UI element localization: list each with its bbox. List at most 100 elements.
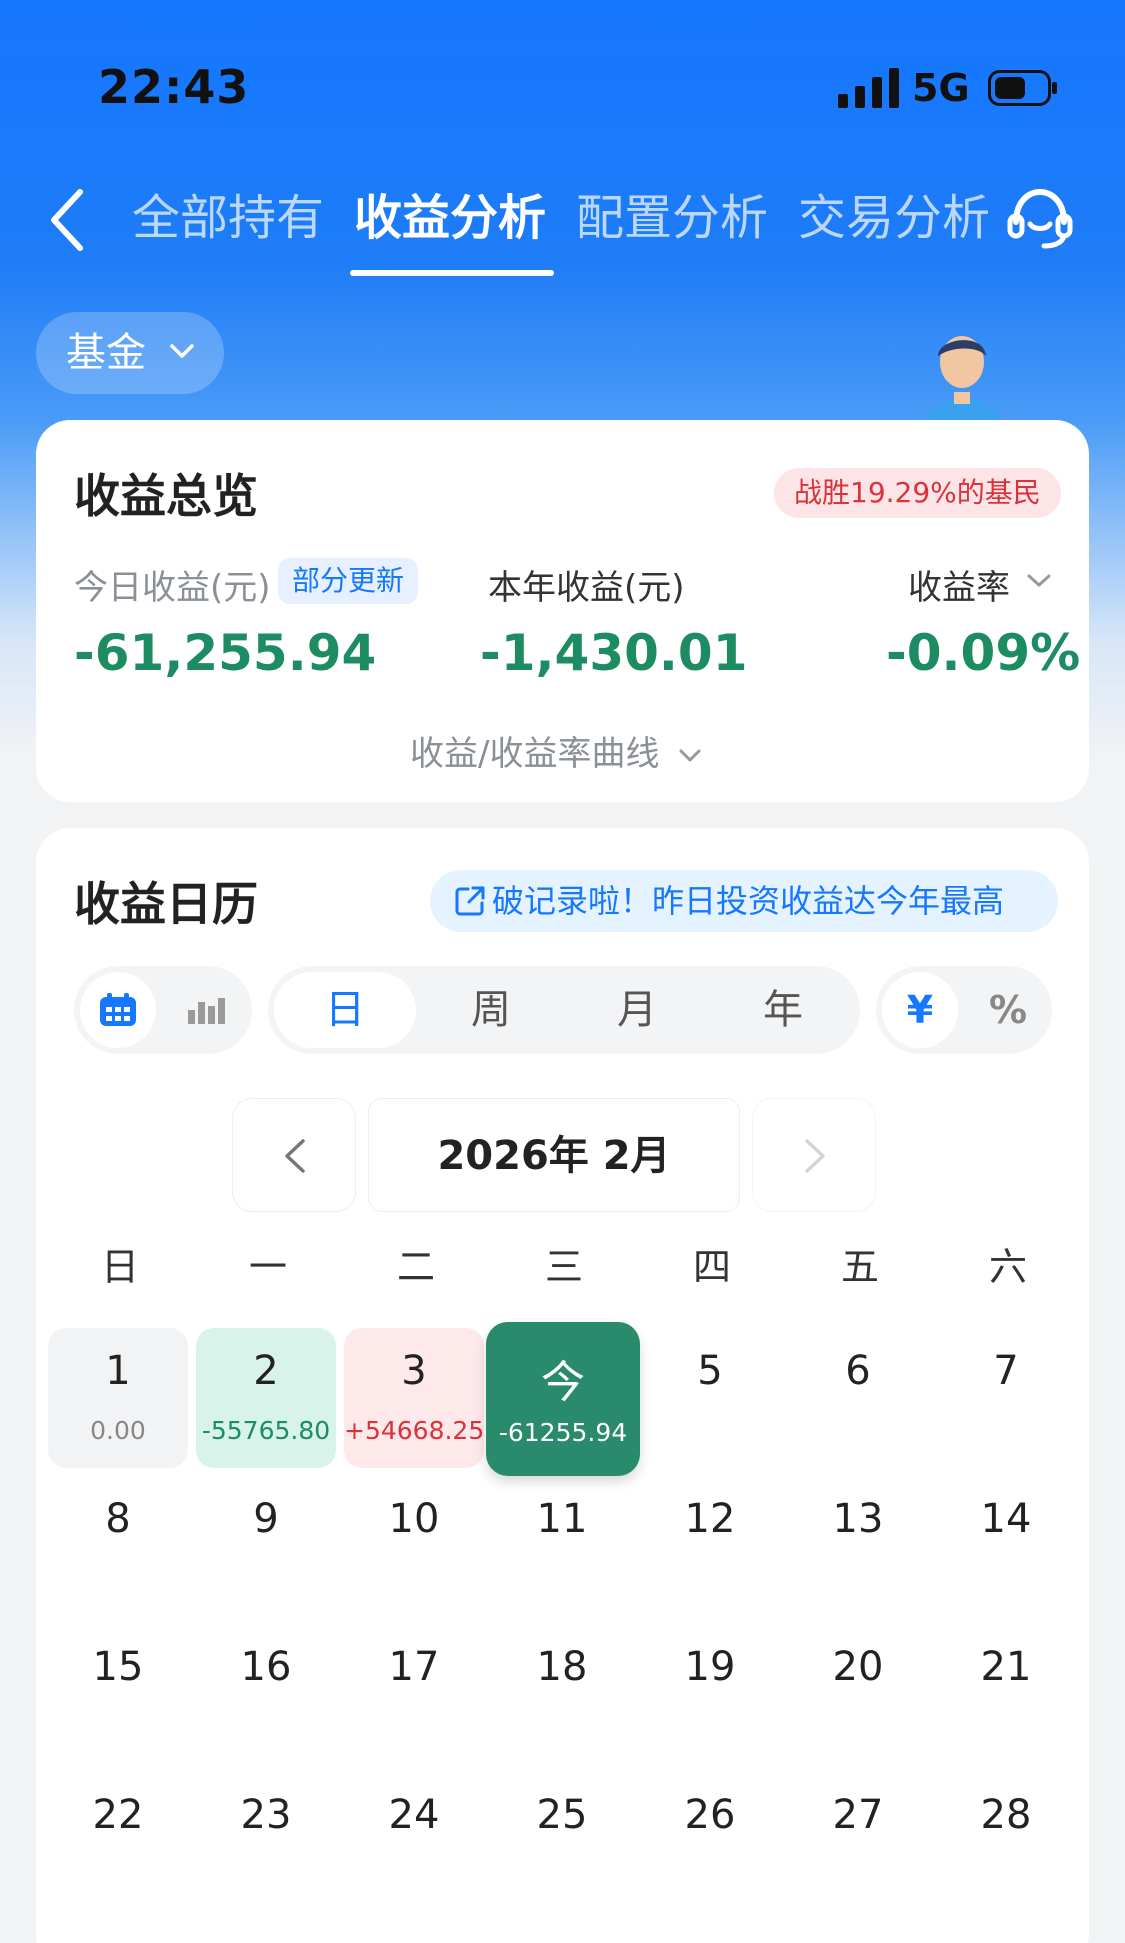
calendar-day[interactable]: 7	[936, 1328, 1076, 1468]
day-number: 2	[253, 1348, 279, 1394]
day-number: 3	[401, 1348, 427, 1394]
day-number: 23	[240, 1792, 292, 1838]
calendar-day[interactable]: 25	[492, 1772, 632, 1912]
calendar-day[interactable]: 28	[936, 1772, 1076, 1912]
chevron-down-icon	[679, 749, 701, 761]
fund-type-select[interactable]: 基金	[36, 312, 224, 394]
day-number: 12	[684, 1496, 736, 1542]
chevron-down-icon	[170, 344, 194, 358]
day-earnings: 0.00	[90, 1416, 146, 1445]
next-month-button[interactable]	[752, 1098, 876, 1212]
weekday-header: 日 一 二 三 四 五 六	[36, 1236, 1089, 1289]
record-banner-text: 破记录啦！昨日投资收益达今年最高	[492, 882, 1005, 920]
prev-month-button[interactable]	[232, 1098, 356, 1212]
earnings-overview-card: 收益总览 战胜19.29%的基民 今日收益(元) 部分更新 -61,255.94…	[36, 420, 1089, 802]
period-week-button[interactable]: 周	[420, 972, 562, 1048]
day-number: 26	[684, 1792, 736, 1838]
day-number: 14	[980, 1496, 1032, 1542]
signal-icon	[838, 68, 899, 108]
day-earnings: -55765.80	[201, 1416, 331, 1445]
network-type: 5G	[912, 66, 970, 110]
calendar-day[interactable]: 19	[640, 1624, 780, 1764]
calendar-day[interactable]: 2 -55765.80	[196, 1328, 336, 1468]
calendar-day[interactable]: 11	[492, 1476, 632, 1616]
period-day-button[interactable]: 日	[274, 972, 416, 1048]
weekday-label: 一	[248, 1245, 287, 1289]
customer-service-icon[interactable]	[1006, 186, 1074, 250]
calendar-day[interactable]: 12	[640, 1476, 780, 1616]
weekday-label: 六	[988, 1245, 1027, 1289]
calendar-day[interactable]: 18	[492, 1624, 632, 1764]
day-number: 21	[980, 1644, 1032, 1690]
tab-earnings-analysis[interactable]: 收益分析	[350, 188, 555, 276]
chart-view-button[interactable]	[168, 972, 244, 1048]
calendar-day[interactable]: 13	[788, 1476, 928, 1616]
year-earnings-label: 本年收益(元)	[488, 568, 685, 608]
calendar-day[interactable]: 15	[48, 1624, 188, 1764]
calendar-icon	[100, 993, 136, 1026]
day-number: 11	[536, 1496, 588, 1542]
day-number: 17	[388, 1644, 440, 1690]
calendar-day[interactable]: 16	[196, 1624, 336, 1764]
calendar-view-button[interactable]	[80, 972, 156, 1048]
calendar-day[interactable]: 27	[788, 1772, 928, 1912]
external-link-icon	[455, 886, 485, 916]
calendar-day[interactable]: 1 0.00	[48, 1328, 188, 1468]
day-number: 9	[253, 1496, 279, 1542]
tab-trade-analysis[interactable]: 交易分析	[798, 188, 990, 258]
weekday-label: 三	[544, 1245, 583, 1289]
beat-ranking-badge: 战胜19.29%的基民	[774, 468, 1061, 518]
calendar-day[interactable]: 17	[344, 1624, 484, 1764]
day-number: 7	[993, 1348, 1019, 1394]
day-number: 16	[240, 1644, 292, 1690]
record-banner[interactable]: 破记录啦！昨日投资收益达今年最高	[430, 870, 1058, 932]
calendar-day[interactable]: 22	[48, 1772, 188, 1912]
calendar-day[interactable]: 10	[344, 1476, 484, 1616]
return-rate-label[interactable]: 收益率	[908, 560, 1010, 609]
calendar-day[interactable]: 23	[196, 1772, 336, 1912]
day-number: 19	[684, 1644, 736, 1690]
day-number: 13	[832, 1496, 884, 1542]
battery-icon	[988, 70, 1057, 106]
day-earnings: -61255.94	[498, 1418, 628, 1447]
calendar-day[interactable]: 6	[788, 1328, 928, 1468]
day-number: 24	[388, 1792, 440, 1838]
period-toggle: 日 周 月 年	[268, 966, 860, 1054]
calendar-day[interactable]: 9	[196, 1476, 336, 1616]
calendar-day[interactable]: 21	[936, 1624, 1076, 1764]
back-icon[interactable]	[44, 184, 92, 256]
weekday-label: 五	[840, 1245, 879, 1289]
calendar-day[interactable]: 24	[344, 1772, 484, 1912]
year-earnings-value: -1,430.01	[480, 624, 748, 682]
calendar-day-today[interactable]: 今 -61255.94	[486, 1322, 640, 1476]
bar-chart-icon	[188, 998, 225, 1024]
calendar-day[interactable]: 8	[48, 1476, 188, 1616]
day-number: 6	[845, 1348, 871, 1394]
chevron-left-icon	[285, 1139, 305, 1173]
day-number: 8	[105, 1496, 131, 1542]
tab-allocation-analysis[interactable]: 配置分析	[576, 188, 768, 258]
earnings-curve-toggle[interactable]: 收益/收益率曲线	[410, 726, 702, 775]
fund-type-label: 基金	[66, 330, 146, 376]
tab-all-holdings[interactable]: 全部持有	[132, 188, 324, 258]
tab-bar: 全部持有 收益分析 配置分析 交易分析	[132, 188, 1020, 276]
calendar-day[interactable]: 20	[788, 1624, 928, 1764]
period-year-button[interactable]: 年	[712, 972, 854, 1048]
day-number: 27	[832, 1792, 884, 1838]
calendar-day[interactable]: 5	[640, 1328, 780, 1468]
day-number: 25	[536, 1792, 588, 1838]
day-number: 18	[536, 1644, 588, 1690]
day-number: 22	[92, 1792, 144, 1838]
today-earnings-value: -61,255.94	[74, 624, 377, 682]
calendar-day[interactable]: 3 +54668.25	[344, 1328, 484, 1468]
curve-link-label: 收益/收益率曲线	[410, 734, 660, 774]
calendar-day[interactable]: 14	[936, 1476, 1076, 1616]
earnings-calendar-card: 收益日历 破记录啦！昨日投资收益达今年最高 日 周 月 年 ¥ % 2026年 …	[36, 828, 1089, 1943]
chevron-down-icon[interactable]	[1026, 570, 1052, 592]
calendar-day[interactable]: 26	[640, 1772, 780, 1912]
view-toggle	[74, 966, 252, 1054]
period-month-button[interactable]: 月	[566, 972, 708, 1048]
unit-amount-button[interactable]: ¥	[882, 972, 958, 1048]
current-month-label[interactable]: 2026年 2月	[368, 1098, 740, 1212]
unit-percent-button[interactable]: %	[970, 972, 1046, 1048]
